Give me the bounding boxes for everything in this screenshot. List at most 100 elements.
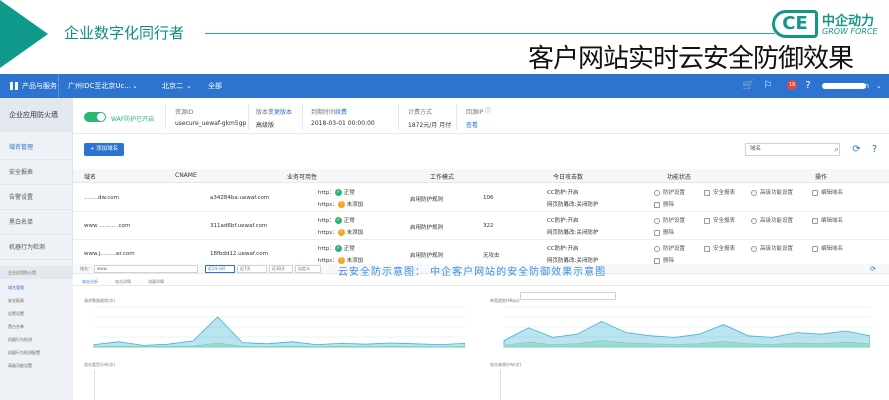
delete-action[interactable]: 删除 bbox=[654, 256, 674, 264]
grid-menu-icon[interactable] bbox=[10, 82, 18, 90]
col-domain: 域名 bbox=[84, 174, 97, 181]
range-24h[interactable]: 近24小时 bbox=[205, 265, 235, 273]
advanced-settings-action[interactable]: 高级功能设置 bbox=[751, 188, 793, 196]
row-cc: CC防护:开启 bbox=[547, 218, 579, 224]
gear-icon bbox=[751, 189, 757, 196]
trash-icon bbox=[654, 229, 660, 236]
security-report-action[interactable]: 安全报表 bbox=[704, 244, 735, 252]
edit-icon bbox=[812, 189, 818, 196]
chart2-select[interactable] bbox=[520, 292, 616, 300]
waf-toggle[interactable] bbox=[84, 112, 106, 122]
chart1-title: 请求数量趋势(次) bbox=[84, 298, 116, 303]
sidebar-item-bot[interactable]: 机器行为检测 bbox=[0, 236, 73, 260]
row-attacks: 322 bbox=[483, 223, 494, 229]
waf-status-label: WAF防护已开启 bbox=[111, 116, 155, 123]
source-ip-label: 回源IP bbox=[466, 109, 484, 116]
edit-domain-action[interactable]: 编辑域名 bbox=[812, 244, 843, 252]
region-selector[interactable]: 广州IDC至北京Uc... bbox=[68, 74, 131, 98]
view-source-ip-link[interactable]: 查看 bbox=[466, 120, 478, 129]
report-domain-select[interactable]: www. bbox=[94, 265, 198, 273]
trash-icon bbox=[654, 201, 660, 208]
chevron-down-icon: ⌄ bbox=[132, 82, 138, 90]
edit-domain-action[interactable]: 编辑域名 bbox=[812, 216, 843, 224]
sidebar-item-blacklist[interactable]: 黑白名单 bbox=[0, 211, 73, 235]
security-report-action[interactable]: 安全报表 bbox=[704, 188, 735, 196]
report-sidebar-item[interactable]: 机器行为检测 bbox=[0, 333, 73, 346]
row-domain: www.j.........er.com bbox=[84, 251, 135, 257]
report-icon bbox=[704, 217, 710, 224]
banner-triangle-decoration bbox=[0, 0, 48, 68]
chevron-down-icon: ⌄ bbox=[186, 82, 192, 90]
col-function-status: 功能状态 bbox=[667, 174, 692, 181]
row-cc: CC防护:开启 bbox=[547, 190, 579, 196]
info-circle-icon[interactable]: ⓘ bbox=[485, 106, 491, 115]
cart-icon[interactable]: 🛒 bbox=[742, 80, 754, 92]
logo-text-en: GROW FORCE bbox=[822, 27, 878, 36]
advanced-settings-action[interactable]: 高级功能设置 bbox=[751, 216, 793, 224]
domain-search-input[interactable]: 域名 bbox=[745, 143, 840, 156]
sidebar-head: 企业应用防火墙 bbox=[0, 98, 73, 132]
check-icon: ✓ bbox=[334, 189, 342, 196]
notification-badge: 16 bbox=[787, 80, 798, 90]
project-all[interactable]: 全部 bbox=[208, 74, 222, 98]
report-sidebar-item[interactable]: 域名管理 bbox=[0, 281, 73, 294]
sidebar-item-domain[interactable]: 域名管理 bbox=[0, 136, 73, 160]
renew-link[interactable]: 续费 bbox=[335, 107, 347, 116]
row-mode: 启用防护规则 bbox=[410, 197, 444, 203]
gear-icon bbox=[751, 245, 757, 252]
products-menu[interactable]: 产品与服务 bbox=[22, 74, 57, 98]
warning-icon: ! bbox=[337, 201, 345, 208]
col-mode: 工作模式 bbox=[430, 174, 455, 181]
report-sidebar-item[interactable]: 高级功能设置 bbox=[0, 359, 73, 372]
row-cname: a34284ba.uewaf.com bbox=[210, 195, 270, 201]
refresh-icon[interactable]: ⟳ bbox=[870, 265, 876, 273]
protect-settings-action[interactable]: 防护设置 bbox=[654, 188, 685, 196]
sidebar-item-report[interactable]: 安全报表 bbox=[0, 161, 73, 185]
delete-action[interactable]: 删除 bbox=[654, 200, 674, 208]
advanced-settings-action[interactable]: 高级功能设置 bbox=[751, 244, 793, 252]
instance-info-panel bbox=[73, 98, 889, 134]
check-icon: ✓ bbox=[334, 217, 342, 224]
delete-action[interactable]: 删除 bbox=[654, 228, 674, 236]
gear-icon bbox=[751, 217, 757, 224]
row-domain: www ......... .com bbox=[84, 223, 131, 229]
expire-value: 2018-03-01 00:00:00 bbox=[311, 120, 375, 127]
series-area-0 bbox=[93, 316, 465, 348]
series-area-0 bbox=[503, 320, 870, 348]
row-cname: 18fbdd12.uewaf.com bbox=[210, 251, 268, 257]
help-circle-icon[interactable]: ? bbox=[868, 143, 881, 156]
refresh-icon[interactable]: ⟳ bbox=[850, 143, 863, 156]
row-mode: 启用防护规则 bbox=[410, 225, 444, 231]
warning-icon: ! bbox=[337, 229, 345, 236]
add-domain-button[interactable]: + 添加域名 bbox=[84, 143, 124, 156]
protect-settings-action[interactable]: 防护设置 bbox=[654, 216, 685, 224]
search-icon[interactable]: ⌕ bbox=[830, 143, 843, 156]
report-sidebar-head: 企业应用防火墙 bbox=[0, 266, 73, 279]
edit-icon bbox=[812, 245, 818, 252]
demo-watermark: 云安全防示意图： 中企客户网站的安全防御效果示意图 bbox=[338, 267, 607, 278]
range-30d[interactable]: 近30天 bbox=[269, 265, 293, 273]
edit-domain-action[interactable]: 编辑域名 bbox=[812, 188, 843, 196]
report-sidebar-item[interactable]: 告警设置 bbox=[0, 307, 73, 320]
zone-selector[interactable]: 北京二 bbox=[162, 74, 183, 98]
top-navigation-bar: 产品与服务 广州IDC至北京Uc... ⌄ 北京二 ⌄ 全部 🛒 ⚐ 16 ? … bbox=[0, 74, 889, 98]
report-sidebar-item[interactable]: 机器行为检测配置 bbox=[0, 346, 73, 359]
slide-title: 客户网站实时云安全防御效果 bbox=[528, 44, 854, 74]
banner-slogan: 企业数字化同行者 bbox=[64, 24, 185, 42]
range-7d[interactable]: 近7天 bbox=[237, 265, 267, 273]
sidebar-item-alert[interactable]: 告警设置 bbox=[0, 186, 73, 210]
report-sidebar-item[interactable]: 黑白名单 bbox=[0, 320, 73, 333]
trash-icon bbox=[654, 257, 660, 264]
version-label: 版本 bbox=[256, 109, 269, 116]
report-sidebar-item[interactable]: 安全报表 bbox=[0, 294, 73, 307]
account-name[interactable]: 0.cn bbox=[854, 74, 869, 98]
protect-settings-action[interactable]: 防护设置 bbox=[654, 244, 685, 252]
settings-icon bbox=[654, 189, 660, 196]
bell-icon[interactable]: ⚐ bbox=[762, 80, 774, 92]
change-version-link[interactable]: 变更版本 bbox=[268, 107, 292, 116]
security-report-action[interactable]: 安全报表 bbox=[704, 216, 735, 224]
range-custom[interactable]: 自定义 bbox=[295, 265, 321, 273]
request-trend-chart bbox=[93, 306, 465, 348]
help-icon[interactable]: ? bbox=[802, 80, 814, 92]
settings-icon bbox=[654, 217, 660, 224]
